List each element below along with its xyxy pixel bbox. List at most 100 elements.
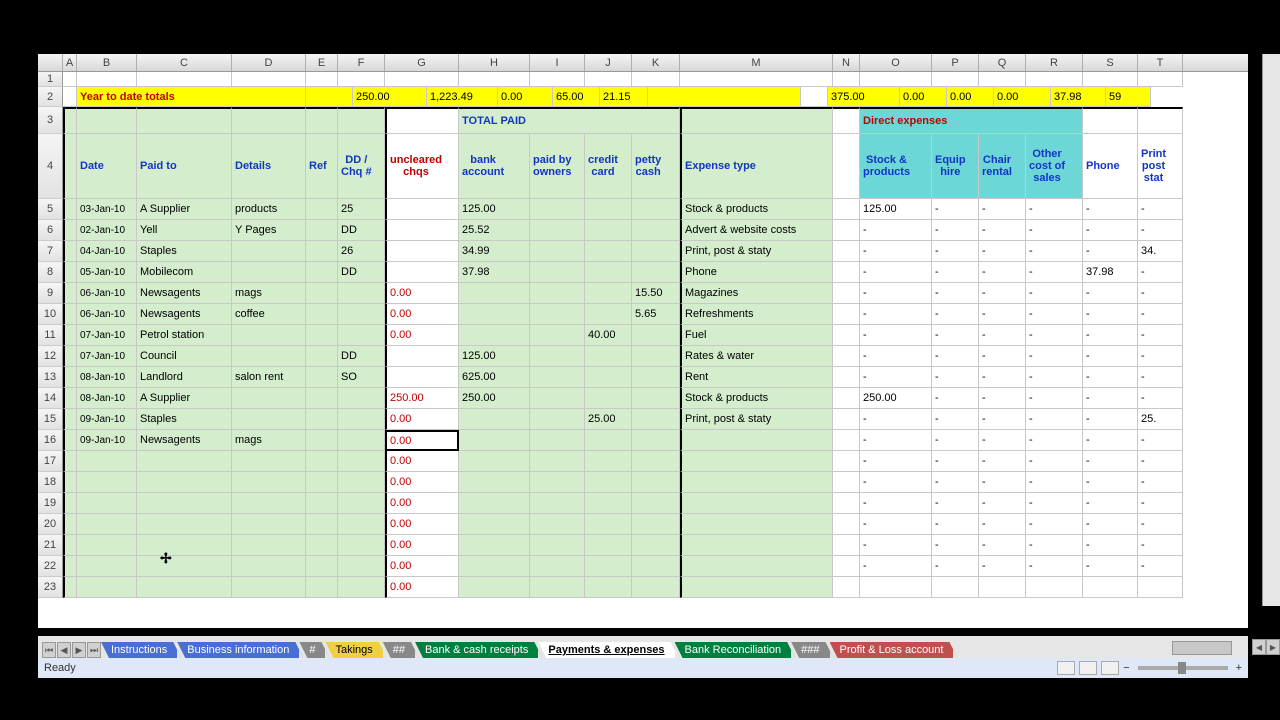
cell[interactable]	[77, 556, 137, 577]
cell[interactable]: 0.00	[900, 87, 947, 107]
cell[interactable]	[585, 472, 632, 493]
col-D[interactable]: D	[232, 54, 306, 71]
col-I[interactable]: I	[530, 54, 585, 71]
cell[interactable]	[385, 220, 459, 241]
cell[interactable]	[632, 493, 680, 514]
cell[interactable]	[338, 451, 385, 472]
cell[interactable]	[632, 556, 680, 577]
cell[interactable]: 06-Jan-10	[77, 304, 137, 325]
col-M[interactable]: M	[680, 54, 833, 71]
cell[interactable]: -	[1138, 514, 1183, 535]
cell[interactable]	[833, 241, 860, 262]
cell[interactable]	[63, 107, 77, 134]
cell[interactable]: -	[932, 367, 979, 388]
tab-nav-last[interactable]: ⏭	[87, 642, 101, 658]
cell[interactable]: -	[979, 472, 1026, 493]
cell[interactable]	[459, 430, 530, 451]
cell[interactable]: -	[860, 472, 932, 493]
cell[interactable]	[585, 199, 632, 220]
cell[interactable]: -	[1026, 472, 1083, 493]
cell[interactable]	[232, 577, 306, 598]
cell[interactable]	[530, 535, 585, 556]
cell[interactable]: Paid to	[137, 134, 232, 199]
cell[interactable]	[459, 535, 530, 556]
cell[interactable]	[833, 388, 860, 409]
cell[interactable]	[833, 304, 860, 325]
cell[interactable]	[232, 472, 306, 493]
cell[interactable]	[585, 577, 632, 598]
cell[interactable]	[63, 388, 77, 409]
cell[interactable]	[306, 304, 338, 325]
cell[interactable]: -	[1026, 514, 1083, 535]
cell[interactable]: -	[1083, 346, 1138, 367]
cell[interactable]: -	[932, 304, 979, 325]
cell[interactable]: -	[1138, 388, 1183, 409]
cell[interactable]: -	[860, 241, 932, 262]
row-header[interactable]: 19	[38, 493, 63, 514]
row-header[interactable]: 11	[38, 325, 63, 346]
cell[interactable]: 0.00	[994, 87, 1051, 107]
cell[interactable]: mags	[232, 430, 306, 451]
cell[interactable]	[833, 451, 860, 472]
cell[interactable]	[833, 325, 860, 346]
cell[interactable]	[585, 346, 632, 367]
cell[interactable]: 0.00	[385, 556, 459, 577]
cell[interactable]: 15.50	[632, 283, 680, 304]
cell[interactable]	[530, 556, 585, 577]
cell[interactable]	[585, 262, 632, 283]
cell[interactable]: DD	[338, 262, 385, 283]
cell[interactable]	[530, 409, 585, 430]
cell[interactable]	[306, 346, 338, 367]
cell[interactable]	[1026, 577, 1083, 598]
cell[interactable]	[63, 87, 77, 107]
cell[interactable]: -	[860, 451, 932, 472]
col-H[interactable]: H	[459, 54, 530, 71]
cell[interactable]	[137, 107, 232, 134]
cell[interactable]: -	[1138, 199, 1183, 220]
zoom-slider[interactable]	[1138, 666, 1228, 670]
cell[interactable]: 06-Jan-10	[77, 283, 137, 304]
cell[interactable]: 59	[1106, 87, 1151, 107]
cell[interactable]: SO	[338, 367, 385, 388]
cell[interactable]: Print, post & staty	[680, 409, 833, 430]
cell[interactable]	[63, 262, 77, 283]
tab-hash2[interactable]: ##	[383, 642, 419, 658]
cell[interactable]	[63, 72, 77, 87]
cell[interactable]	[137, 577, 232, 598]
cell[interactable]: -	[1026, 367, 1083, 388]
cell[interactable]: -	[1138, 325, 1183, 346]
row-header[interactable]: 12	[38, 346, 63, 367]
cell[interactable]: 250.00	[385, 388, 459, 409]
row-header[interactable]: 14	[38, 388, 63, 409]
cell[interactable]: DD	[338, 346, 385, 367]
cell[interactable]: -	[1083, 304, 1138, 325]
cell[interactable]: -	[1083, 220, 1138, 241]
cell[interactable]	[306, 199, 338, 220]
cell[interactable]: 250.00	[860, 388, 932, 409]
cell[interactable]	[585, 72, 632, 87]
tab-bank-receipts[interactable]: Bank & cash receipts	[415, 642, 542, 658]
cell[interactable]: -	[1083, 493, 1138, 514]
cell[interactable]	[530, 325, 585, 346]
cell[interactable]: Council	[137, 346, 232, 367]
col-P[interactable]: P	[932, 54, 979, 71]
cell[interactable]: 0.00	[385, 535, 459, 556]
cell[interactable]: -	[979, 514, 1026, 535]
cell[interactable]	[459, 304, 530, 325]
cell[interactable]	[232, 262, 306, 283]
cell[interactable]	[833, 283, 860, 304]
cell[interactable]	[680, 107, 833, 134]
cell[interactable]	[530, 199, 585, 220]
tab-profit-loss[interactable]: Profit & Loss account	[830, 642, 958, 658]
cell[interactable]: -	[932, 220, 979, 241]
cell[interactable]: Landlord	[137, 367, 232, 388]
cell[interactable]: 09-Jan-10	[77, 409, 137, 430]
cell[interactable]	[833, 220, 860, 241]
column-headers[interactable]: A B C D E F G H I J K M N O P Q R S T	[38, 54, 1248, 72]
cell[interactable]	[585, 430, 632, 451]
cell[interactable]	[833, 72, 860, 87]
cell[interactable]	[232, 388, 306, 409]
cell[interactable]	[632, 241, 680, 262]
cell[interactable]	[306, 430, 338, 451]
cell[interactable]	[979, 72, 1026, 87]
